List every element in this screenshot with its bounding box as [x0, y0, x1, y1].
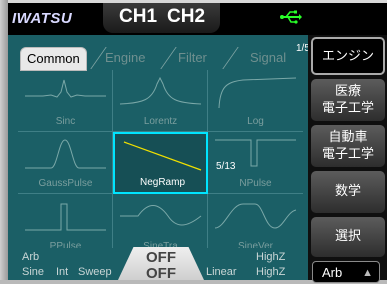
channel-tabs[interactable]: CH1 CH2 [103, 3, 220, 33]
softkey-select[interactable]: 選択 [311, 217, 385, 257]
waveform-label: Sinc [55, 116, 76, 127]
waveform-cell-sinetra[interactable]: SineTra [113, 194, 208, 256]
ppulse-wave-icon [25, 203, 106, 231]
softkey-label: 選択 [334, 229, 361, 244]
waveform-cell-sinc[interactable]: Sinc [18, 70, 113, 132]
softkey-label: 電子工学 [321, 101, 374, 116]
sinever-wave-icon [214, 203, 297, 229]
lorentz-wave-icon [119, 76, 202, 105]
waveform-label: GaussPulse [38, 178, 93, 189]
brand-logo: IWATSU [12, 10, 73, 27]
channel-2-label[interactable]: CH2 [167, 6, 205, 28]
softkey-label: 数学 [334, 184, 361, 199]
chevron-updown-icon: ▲︎ [362, 267, 373, 279]
channel-1-label[interactable]: CH1 [119, 6, 157, 28]
waveform-library-panel: Common Engine Filter Signal 1/5 Sinc Lor… [8, 35, 310, 280]
waveform-counter: 5/13 [216, 161, 236, 172]
negramp-wave-icon [123, 141, 202, 171]
status-linear: Linear [206, 266, 237, 278]
usb-icon [280, 10, 302, 24]
waveform-label: NegRamp [139, 177, 186, 188]
waveform-cell-gausspulse[interactable]: GaussPulse [18, 132, 113, 194]
status-int: Int [56, 266, 69, 278]
softkey-engine[interactable]: エンジン [311, 37, 385, 75]
status-highz-1: HighZ [256, 251, 286, 263]
waveform-cell-ppulse[interactable]: PPulse [18, 194, 113, 256]
tab-filter[interactable]: Filter [178, 47, 207, 69]
status-sweep: Sweep [78, 266, 112, 278]
arb-select-value: Arb [322, 265, 343, 280]
waveform-label: Log [247, 116, 264, 127]
output-off-label-2: OFF [146, 265, 176, 282]
waveform-cell-sinever[interactable]: SineVer [208, 194, 303, 256]
waveform-grid: Sinc Lorentz Log GaussPulse NegRamp NPul… [18, 70, 306, 258]
tab-divider [222, 47, 239, 69]
top-bar: IWATSU CH1 CH2 [8, 3, 387, 35]
waveform-label: Lorentz [143, 116, 178, 127]
softkey-math[interactable]: 数学 [311, 171, 385, 213]
log-wave-icon [218, 77, 297, 109]
tab-engine[interactable]: Engine [105, 47, 145, 69]
waveform-label: NPulse [239, 178, 272, 189]
generator-screen: IWATSU CH1 CH2 Common Engine Filter Sign… [0, 0, 387, 283]
status-highz-2: HighZ [256, 266, 286, 278]
bezel-left [0, 0, 8, 280]
tab-signal[interactable]: Signal [250, 47, 286, 69]
waveform-cell-lorentz[interactable]: Lorentz [113, 70, 208, 132]
softkey-panel: エンジン 医療 電子工学 自動車 電子工学 数学 選択 Arb ▲︎ [308, 35, 387, 283]
gausspulse-wave-icon [25, 139, 106, 169]
softkey-label: エンジン [321, 49, 374, 64]
softkey-medical-electronics[interactable]: 医療 電子工学 [311, 79, 385, 121]
status-waveform: Sine [22, 266, 45, 278]
status-arb: Arb [22, 251, 40, 263]
softkey-label: 電子工学 [321, 147, 374, 162]
waveform-cell-negramp[interactable]: NegRamp [113, 132, 208, 194]
sinc-wave-icon [25, 79, 106, 98]
softkey-label: 医療 [334, 84, 361, 99]
softkey-label: 自動車 [328, 130, 368, 145]
tab-divider [160, 47, 177, 69]
softkey-automotive-electronics[interactable]: 自動車 電子工学 [311, 125, 385, 167]
sinetra-wave-icon [120, 205, 202, 226]
waveform-cell-log[interactable]: Log [208, 70, 303, 132]
tab-common[interactable]: Common [20, 47, 87, 71]
